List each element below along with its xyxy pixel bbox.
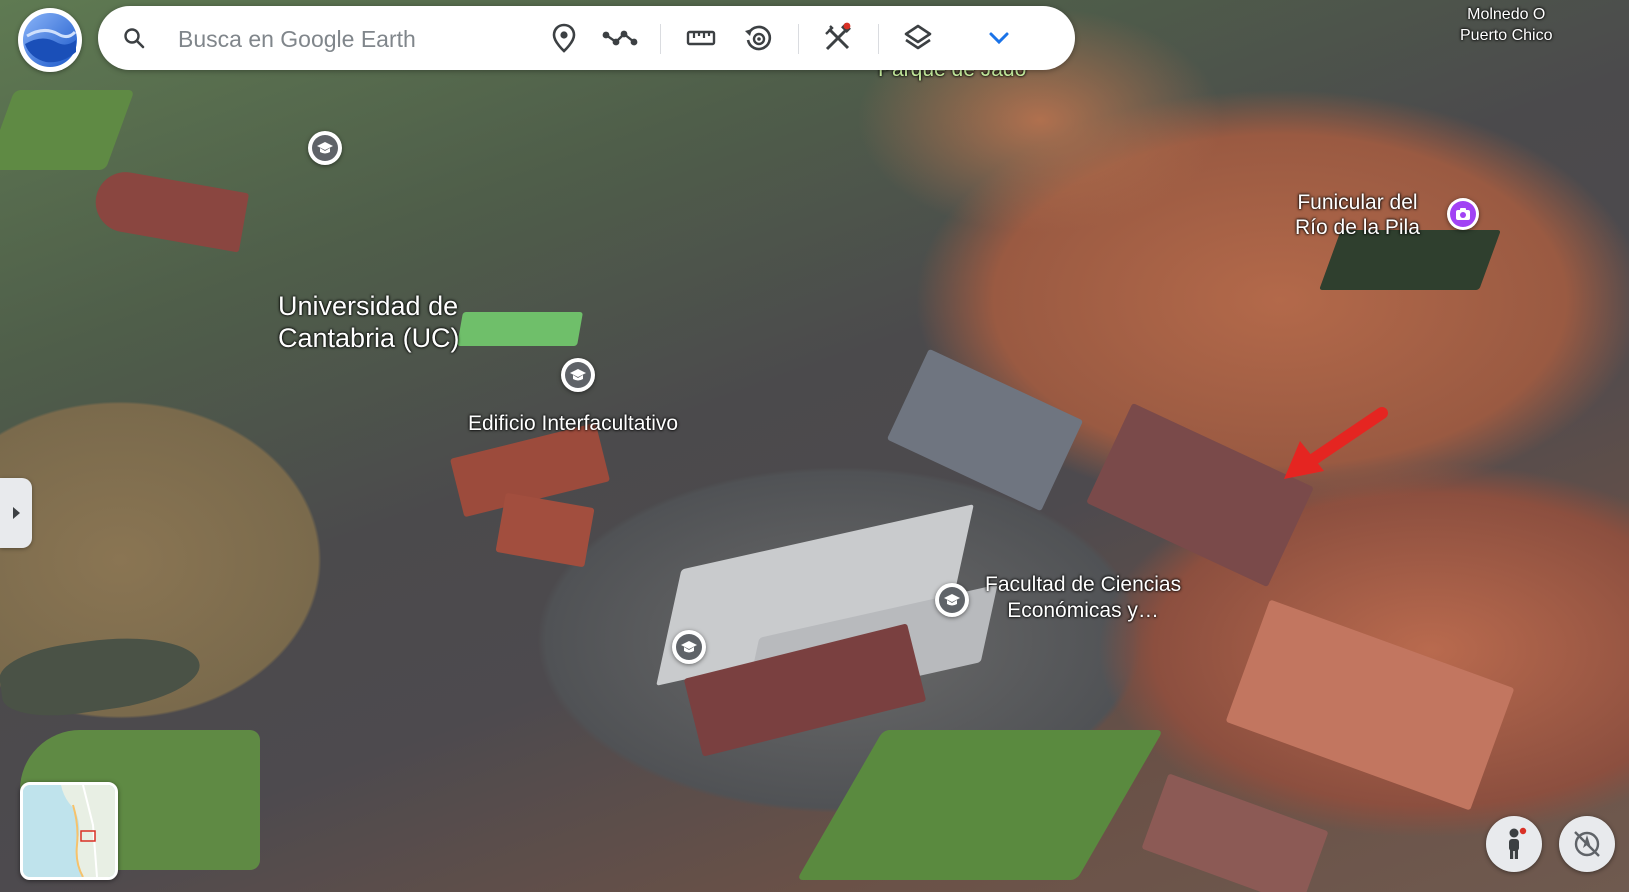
funicular-label-line: Río de la Pila [1295, 216, 1420, 239]
minimap-view [23, 785, 115, 877]
edificio-interfacultativo-label: Edificio Interfacultativo [468, 412, 679, 435]
add-path-button[interactable] [600, 18, 640, 58]
projects-icon [825, 22, 851, 51]
satellite-map-view[interactable]: Parque de Jado Molnedo O Puerto Chico Fu… [0, 0, 1629, 892]
school-icon [317, 142, 333, 154]
school-pin[interactable] [935, 583, 969, 617]
projects-button[interactable] [818, 18, 858, 58]
sports-field [0, 90, 135, 170]
building-block [1225, 599, 1515, 811]
layers-icon [904, 24, 932, 50]
path-icon [602, 30, 638, 46]
building-roof [457, 312, 583, 346]
minimap[interactable] [20, 782, 118, 880]
history-icon [745, 25, 772, 51]
toolbar-separator [798, 24, 799, 54]
search-box[interactable] [98, 6, 540, 70]
open-side-panel-button[interactable] [0, 478, 32, 548]
google-earth-logo[interactable] [18, 8, 82, 72]
school-pin[interactable] [561, 358, 595, 392]
red-arrow-annotation [1284, 407, 1388, 479]
street-view-pegman-button[interactable] [1486, 816, 1542, 872]
river [0, 626, 204, 724]
facultad-ciencias-label: Facultad de Ciencias Económicas y… [985, 572, 1181, 624]
molnedo-puerto-chico-label: Molnedo O Puerto Chico [1460, 4, 1553, 46]
add-placemark-button[interactable] [544, 18, 584, 58]
building-block [1141, 773, 1329, 892]
toolbar-separator [878, 24, 879, 54]
measure-button[interactable] [681, 18, 721, 58]
map-style-layers-button[interactable] [898, 18, 938, 58]
top-toolbar [98, 6, 1075, 70]
universidad-label-line: Cantabria (UC) [278, 323, 460, 353]
historical-imagery-button[interactable] [738, 18, 778, 58]
school-icon [570, 369, 586, 381]
funicular-label: Funicular del Río de la Pila [1295, 190, 1420, 240]
school-icon [944, 594, 960, 606]
funicular-place-pin[interactable] [1447, 198, 1479, 230]
building-block [495, 492, 595, 568]
universidad-label-line: Universidad de [278, 291, 459, 321]
ruler-icon [686, 30, 716, 46]
map-pin-icon [552, 23, 576, 53]
building-block [90, 167, 250, 253]
facultad-label-line: Facultad de Ciencias [985, 573, 1182, 596]
camera-icon [1456, 208, 1470, 220]
molnedo-label-line: Molnedo O [1467, 6, 1546, 23]
park-area [796, 730, 1164, 880]
school-icon [681, 641, 697, 653]
chevron-right-icon [13, 507, 20, 519]
school-pin[interactable] [672, 630, 706, 664]
search-input[interactable] [176, 20, 530, 58]
school-pin[interactable] [308, 131, 342, 165]
google-earth-logo-icon [23, 13, 77, 67]
molnedo-label-line: Puerto Chico [1460, 27, 1553, 44]
funicular-label-line: Funicular del [1297, 191, 1418, 214]
compass-north-button[interactable] [1559, 816, 1615, 872]
chevron-down-icon [989, 32, 1009, 45]
universidad-label: Universidad de Cantabria (UC) [278, 290, 460, 354]
facultad-label-line: Económicas y… [1007, 599, 1159, 622]
expand-toolbar-button[interactable] [979, 18, 1019, 58]
toolbar-separator [660, 24, 661, 54]
compass-icon [1574, 831, 1600, 857]
building-block [886, 348, 1084, 512]
pegman-icon [1509, 827, 1527, 859]
search-icon[interactable] [122, 26, 146, 55]
